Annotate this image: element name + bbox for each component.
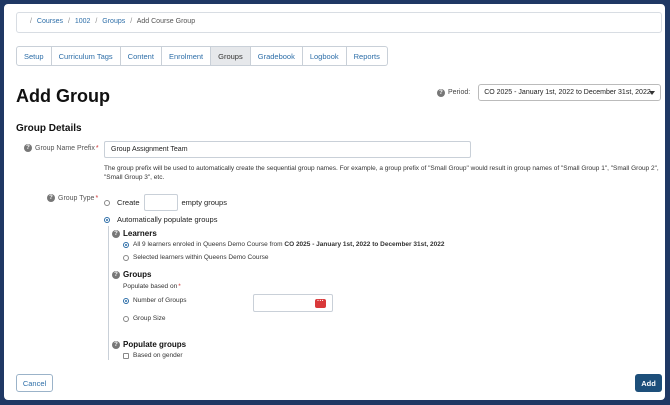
auto-populate-option: Automatically populate groups: [104, 215, 217, 224]
auto-populate-label: Automatically populate groups: [117, 215, 218, 224]
gender-checkbox[interactable]: [123, 352, 129, 359]
group-type-label-row: ? Group Type *: [47, 194, 98, 202]
learners-heading: ? Learners: [112, 229, 157, 238]
number-of-groups-input[interactable]: ···: [253, 294, 333, 312]
breadcrumb-current: Add Course Group: [136, 18, 196, 25]
all-learners-option: All 9 learners enroled in Queens Demo Co…: [123, 241, 444, 248]
populate-groups-title: Populate groups: [123, 340, 187, 349]
populate-based-on-row: Populate based on *: [123, 283, 181, 290]
gender-label: Based on gender: [133, 352, 183, 359]
prefix-label: Group Name Prefix: [35, 144, 95, 152]
help-icon[interactable]: ?: [112, 340, 120, 349]
number-of-groups-radio[interactable]: [123, 297, 129, 304]
groups-title: Groups: [123, 270, 152, 279]
populate-based-on-label: Populate based on: [123, 283, 178, 290]
page-frame: / Courses / 1002 / Groups / Add Course G…: [2, 2, 667, 402]
period-select[interactable]: CO 2025 - January 1st, 2022 to December …: [478, 84, 662, 101]
prefix-label-row: ? Group Name Prefix *: [24, 144, 99, 152]
page-title: Add Group: [16, 86, 110, 106]
create-label: Create: [117, 198, 140, 207]
more-options-icon[interactable]: ···: [315, 298, 326, 308]
populate-groups-heading: ? Populate groups: [112, 340, 186, 349]
auto-populate-radio[interactable]: [104, 216, 110, 223]
tab-groups[interactable]: Groups: [211, 46, 251, 66]
nested-options-divider: [108, 226, 109, 360]
breadcrumb-courses[interactable]: Courses: [37, 18, 63, 25]
learners-title: Learners: [123, 229, 157, 238]
selected-learners-option: Selected learners within Queens Demo Cou…: [123, 254, 268, 261]
create-groups-radio[interactable]: [104, 199, 110, 206]
section-title: Group Details: [16, 123, 82, 134]
gender-option: Based on gender: [123, 352, 183, 359]
create-groups-option: Create empty groups: [104, 194, 227, 211]
group-size-label: Group Size: [133, 315, 166, 322]
tab-curriculum-tags[interactable]: Curriculum Tags: [51, 46, 121, 66]
tab-gradebook[interactable]: Gradebook: [250, 46, 303, 66]
group-size-option: Group Size: [123, 315, 166, 322]
add-button[interactable]: Add: [635, 374, 662, 392]
create-suffix: empty groups: [181, 198, 227, 207]
selected-learners-radio[interactable]: [123, 254, 129, 261]
period-selector: ? Period: CO 2025 - January 1st, 2022 to…: [437, 84, 662, 101]
help-icon[interactable]: ?: [112, 229, 120, 238]
help-icon[interactable]: ?: [112, 270, 120, 279]
tab-reports[interactable]: Reports: [346, 46, 388, 66]
breadcrumb-groups[interactable]: Groups: [102, 18, 125, 25]
help-icon[interactable]: ?: [24, 144, 32, 152]
all-learners-radio[interactable]: [123, 241, 129, 248]
group-prefix-input[interactable]: [104, 141, 471, 158]
number-of-groups-label: Number of Groups: [133, 297, 187, 304]
number-of-groups-option: Number of Groups: [123, 297, 186, 304]
cancel-button[interactable]: Cancel: [16, 374, 53, 392]
tab-logbook[interactable]: Logbook: [302, 46, 347, 66]
group-type-label: Group Type: [58, 194, 95, 202]
breadcrumb-course-code[interactable]: 1002: [75, 18, 91, 25]
period-label: Period:: [448, 89, 471, 96]
breadcrumb: / Courses / 1002 / Groups / Add Course G…: [16, 12, 662, 33]
chevron-down-icon: [649, 91, 656, 95]
all-learners-period: CO 2025 - January 1st, 2022 to December …: [284, 241, 445, 248]
help-icon[interactable]: ?: [47, 194, 55, 202]
tab-enrolment[interactable]: Enrolment: [161, 46, 212, 66]
group-size-radio[interactable]: [123, 315, 129, 322]
tab-content[interactable]: Content: [120, 46, 162, 66]
groups-heading: ? Groups: [112, 270, 151, 279]
all-learners-text: All 9 learners enroled in Queens Demo Co…: [133, 241, 285, 248]
tab-setup[interactable]: Setup: [16, 46, 52, 66]
help-icon[interactable]: ?: [437, 88, 445, 97]
prefix-help-text: The group prefix will be used to automat…: [104, 165, 659, 181]
selected-learners-label: Selected learners within Queens Demo Cou…: [133, 254, 269, 261]
course-tabs: Setup Curriculum Tags Content Enrolment …: [16, 46, 388, 66]
empty-groups-count-input[interactable]: [143, 194, 178, 211]
period-value: CO 2025 - January 1st, 2022 to December …: [484, 89, 651, 96]
